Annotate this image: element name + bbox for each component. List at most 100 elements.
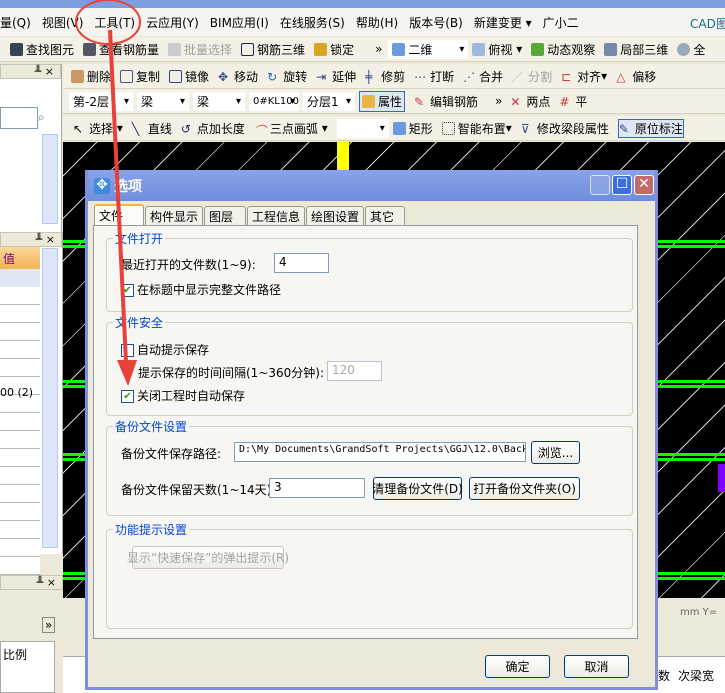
menu-bar: 量(Q) 视图(V) 工具(T) 云应用(Y) BIM应用(I) 在线服务(S)… bbox=[0, 8, 725, 36]
menu-version[interactable]: 版本号(B) bbox=[409, 14, 463, 31]
feature-tips-group: 功能提示设置 显示“快速保存”的弹出提示(R) bbox=[106, 521, 633, 629]
edit-rebar-button[interactable]: ✎ 编辑钢筋 bbox=[414, 93, 478, 110]
menu-quantity[interactable]: 量(Q) bbox=[0, 14, 31, 31]
menu-cloud[interactable]: 云应用(Y) bbox=[146, 14, 199, 31]
label: 修改梁段属性 bbox=[536, 121, 609, 136]
move-icon: ✥ bbox=[218, 69, 229, 84]
close-button[interactable]: ✕ bbox=[634, 175, 654, 195]
search-input[interactable] bbox=[0, 107, 38, 129]
pin-icon[interactable]: ╨ bbox=[35, 65, 42, 78]
menu-online[interactable]: 在线服务(S) bbox=[280, 14, 345, 31]
label: 修剪 bbox=[381, 69, 406, 84]
mirror-button[interactable]: 镜像 bbox=[169, 68, 209, 85]
pin-icon[interactable]: ╨ bbox=[37, 576, 44, 589]
menu-view[interactable]: 视图(V) bbox=[42, 14, 84, 31]
tab-file[interactable]: 文件 bbox=[94, 204, 144, 226]
split-button[interactable]: ⟋ 分割 bbox=[512, 68, 552, 85]
full-view-button[interactable]: 全 bbox=[677, 41, 705, 58]
select-button[interactable]: ↖ 选择 ▾ bbox=[73, 120, 123, 137]
merge-icon: ⋰ bbox=[463, 69, 476, 84]
tab-drawing-settings[interactable]: 绘图设置 bbox=[306, 206, 365, 226]
properties-button[interactable]: 属性 bbox=[359, 90, 406, 112]
rebar-3d-button[interactable]: 钢筋三维 bbox=[241, 41, 305, 58]
floor-select[interactable]: 第-2层 bbox=[69, 91, 133, 111]
lock-button[interactable]: 锁定 bbox=[314, 41, 354, 58]
menu-new-change[interactable]: 新建变更 ▾ bbox=[474, 14, 532, 31]
category-select[interactable]: 梁 bbox=[137, 91, 189, 111]
view-mode-select[interactable]: 二维 bbox=[388, 39, 469, 59]
more-button[interactable]: » bbox=[495, 94, 502, 108]
pin-icon[interactable]: ╨ bbox=[36, 233, 43, 246]
menu-bim[interactable]: BIM应用(I) bbox=[210, 14, 269, 31]
cad-menu[interactable]: CAD图 bbox=[690, 15, 725, 32]
copy-button[interactable]: 复制 bbox=[120, 68, 160, 85]
rotate-button[interactable]: ↻ 旋转 bbox=[267, 68, 307, 85]
label: 编辑钢筋 bbox=[430, 94, 479, 109]
quick-save-popup-button[interactable]: 显示“快速保存”的弹出提示(R) bbox=[127, 546, 289, 569]
tab-layers[interactable]: 图层 bbox=[204, 206, 247, 226]
minimize-button[interactable] bbox=[590, 175, 610, 195]
open-backup-folder-button[interactable]: 打开备份文件夹(O) bbox=[469, 477, 580, 500]
menu-assistant[interactable]: 广小二 bbox=[543, 14, 579, 31]
interval-input[interactable]: 120 bbox=[327, 361, 382, 381]
two-point-button[interactable]: ✕ 两点 bbox=[510, 93, 550, 110]
arc-button[interactable]: ⌒ 三点画弧 ▾ bbox=[254, 120, 328, 138]
browse-button[interactable]: 浏览... bbox=[531, 441, 580, 464]
maximize-button[interactable]: ☐ bbox=[612, 175, 632, 195]
layer-select[interactable]: 分层1 bbox=[303, 91, 355, 111]
arc-mode-select[interactable] bbox=[336, 118, 389, 138]
backup-days-input[interactable]: 3 bbox=[269, 478, 365, 498]
parallel-button[interactable]: # 平 bbox=[559, 93, 587, 110]
view-rebar-button[interactable]: 查看钢筋量 bbox=[83, 41, 159, 58]
delete-button[interactable]: 删除 bbox=[71, 68, 111, 85]
batch-select-button[interactable]: 批量选择 bbox=[168, 41, 232, 58]
ok-button[interactable]: 确定 bbox=[485, 655, 550, 678]
scrollbar[interactable] bbox=[42, 134, 58, 224]
type-select[interactable]: 梁 bbox=[193, 91, 245, 111]
checkbox[interactable] bbox=[121, 344, 134, 357]
dialog-title-bar: ✥ 选项 ☐ ✕ bbox=[88, 170, 655, 201]
auto-prompt-save-checkbox[interactable]: 自动提示保存 bbox=[121, 341, 209, 358]
break-button[interactable]: ⋯ 打断 bbox=[414, 68, 454, 85]
component-select[interactable]: 0#KL100 ( bbox=[249, 91, 306, 111]
modify-span-button[interactable]: ⊽ 修改梁段属性 bbox=[521, 120, 609, 137]
show-full-path-checkbox[interactable]: ✔ 在标题中显示完整文件路径 bbox=[121, 281, 281, 298]
rectangle-button[interactable]: 矩形 bbox=[392, 120, 433, 137]
close-icon[interactable]: × bbox=[46, 233, 55, 246]
offset-button[interactable]: △ 偏移 bbox=[616, 68, 656, 85]
clean-backup-button[interactable]: 清理备份文件(D) bbox=[372, 477, 463, 500]
tab-project-info[interactable]: 工程信息 bbox=[247, 206, 306, 226]
trim-button[interactable]: ╪ 修剪 bbox=[365, 68, 405, 85]
close-icon[interactable]: × bbox=[45, 65, 54, 78]
more-button[interactable]: » bbox=[375, 42, 382, 56]
coordinate-label: mm Y= bbox=[680, 607, 718, 618]
align-button[interactable]: ⊏ 对齐 ▾ bbox=[561, 68, 607, 85]
point-length-button[interactable]: ↺ 点加长度 bbox=[181, 120, 245, 137]
tab-other[interactable]: 其它 bbox=[365, 206, 406, 226]
search-icon[interactable]: ⌕ bbox=[38, 110, 45, 125]
line-button[interactable]: ╲ 直线 bbox=[132, 120, 172, 137]
scrollbar[interactable] bbox=[42, 248, 58, 548]
menu-help[interactable]: 帮助(H) bbox=[356, 14, 398, 31]
backup-path-input[interactable]: D:\My Documents\GrandSoft Projects\GGJ\1… bbox=[234, 442, 526, 462]
checkbox[interactable]: ✔ bbox=[121, 284, 134, 297]
recent-files-input[interactable]: 4 bbox=[274, 253, 329, 273]
orbit-button[interactable]: 动态观察 bbox=[531, 41, 595, 58]
move-button[interactable]: ✥ 移动 bbox=[218, 68, 258, 85]
menu-tools[interactable]: 工具(T) bbox=[94, 14, 135, 31]
autosave-on-close-checkbox[interactable]: ✔ 关闭工程时自动保存 bbox=[121, 387, 245, 404]
tab-component-display[interactable]: 构件显示 bbox=[145, 206, 204, 226]
smart-layout-button[interactable]: 智能布置 ▾ bbox=[441, 120, 512, 137]
local-3d-button[interactable]: 局部三维 bbox=[604, 41, 668, 58]
in-situ-annotation-button[interactable]: ✎ 原位标注 bbox=[617, 118, 684, 138]
expand-button[interactable]: » bbox=[42, 617, 56, 633]
column-marker bbox=[337, 142, 349, 170]
cancel-button[interactable]: 取消 bbox=[564, 655, 629, 678]
extend-button[interactable]: ⇥ 延伸 bbox=[316, 68, 356, 85]
merge-button[interactable]: ⋰ 合并 bbox=[463, 68, 503, 85]
checkbox[interactable]: ✔ bbox=[121, 390, 134, 403]
top-view-button[interactable]: 俯视 ▾ bbox=[472, 41, 522, 58]
find-element-button[interactable]: 查找图元 bbox=[10, 41, 74, 58]
close-icon[interactable]: × bbox=[47, 576, 56, 589]
recent-files-label: 最近打开的文件数(1~9): bbox=[121, 258, 256, 272]
